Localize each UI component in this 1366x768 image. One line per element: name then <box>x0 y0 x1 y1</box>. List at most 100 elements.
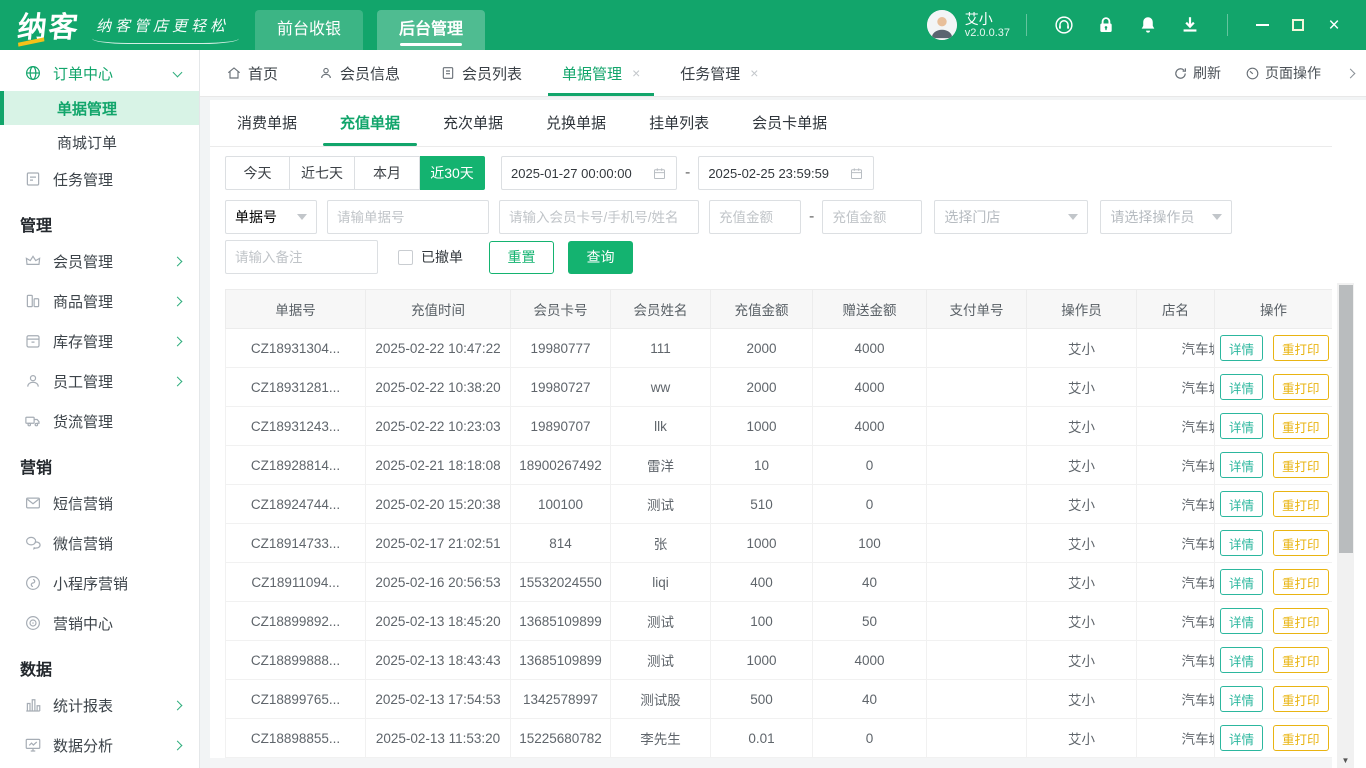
maximize-button[interactable] <box>1280 10 1316 40</box>
avatar[interactable] <box>927 10 957 40</box>
subtab-member-card[interactable]: 会员卡单据 <box>752 112 827 146</box>
scrollbar-down-arrow[interactable]: ▼ <box>1337 756 1354 765</box>
preset-last7days[interactable]: 近七天 <box>290 156 355 190</box>
sidebar-item-wechat-marketing[interactable]: 微信营销 <box>0 523 199 563</box>
customer-service-icon[interactable] <box>1053 14 1075 36</box>
detail-button[interactable]: 详情 <box>1220 530 1263 556</box>
subtab-consume[interactable]: 消费单据 <box>237 112 297 146</box>
bell-icon[interactable] <box>1137 14 1159 36</box>
subtab-recharge-times[interactable]: 充次单据 <box>443 112 503 146</box>
sidebar-item-data-analysis[interactable]: 数据分析 <box>0 725 199 765</box>
reprint-button[interactable]: 重打印 <box>1273 530 1329 556</box>
tab-close-icon[interactable]: × <box>750 65 758 81</box>
tab-label: 会员列表 <box>462 63 522 84</box>
minimize-button[interactable] <box>1244 10 1280 40</box>
reprint-button[interactable]: 重打印 <box>1273 686 1329 712</box>
reprint-button[interactable]: 重打印 <box>1273 647 1329 673</box>
brand-slogan: 纳客管店更轻松 <box>96 15 229 36</box>
tab-document-management[interactable]: 单据管理 × <box>562 50 640 96</box>
table-cell: ww <box>611 368 711 407</box>
detail-button[interactable]: 详情 <box>1220 413 1263 439</box>
reprint-button[interactable]: 重打印 <box>1273 335 1329 361</box>
detail-button[interactable]: 详情 <box>1220 374 1263 400</box>
tab-home[interactable]: 首页 <box>226 50 278 96</box>
detail-button[interactable]: 详情 <box>1220 569 1263 595</box>
table-cell: 艾小 <box>1027 563 1137 602</box>
page-operations-button[interactable]: 页面操作 <box>1245 63 1321 83</box>
store-select[interactable]: 选择门店 <box>934 200 1088 234</box>
preset-this-month[interactable]: 本月 <box>355 156 420 190</box>
front-cashier-button[interactable]: 前台收银 <box>255 10 363 50</box>
subtab-exchange[interactable]: 兑换单据 <box>546 112 606 146</box>
sidebar-item-task-management[interactable]: 任务管理 <box>0 159 199 199</box>
reprint-button[interactable]: 重打印 <box>1273 374 1329 400</box>
reset-button[interactable]: 重置 <box>489 241 554 274</box>
table-cell: 2025-02-22 10:47:22 <box>366 329 511 368</box>
detail-button[interactable]: 详情 <box>1220 647 1263 673</box>
date-preset-group: 今天 近七天 本月 近30天 <box>225 156 485 190</box>
sidebar-item-inventory-management[interactable]: 库存管理 <box>0 321 199 361</box>
reprint-button[interactable]: 重打印 <box>1273 569 1329 595</box>
sidebar-item-sms-marketing[interactable]: 短信营销 <box>0 483 199 523</box>
sidebar-item-staff-management[interactable]: 员工管理 <box>0 361 199 401</box>
member-search-input[interactable] <box>499 200 699 234</box>
table-row: CZ18914733...2025-02-17 21:02:51814张1000… <box>226 524 1333 563</box>
table-cell: 艾小 <box>1027 602 1137 641</box>
reprint-button[interactable]: 重打印 <box>1273 725 1329 751</box>
date-to-input[interactable]: 2025-02-25 23:59:59 <box>698 156 874 190</box>
operator-select[interactable]: 请选择操作员 <box>1100 200 1232 234</box>
sidebar-item-goods-management[interactable]: 商品管理 <box>0 281 199 321</box>
tab-task-management[interactable]: 任务管理 × <box>680 50 758 96</box>
reprint-button[interactable]: 重打印 <box>1273 608 1329 634</box>
scrollbar-thumb[interactable] <box>1339 285 1353 553</box>
cancelled-checkbox[interactable] <box>398 250 413 265</box>
table-cell: 100 <box>813 524 927 563</box>
reprint-button[interactable]: 重打印 <box>1273 452 1329 478</box>
tab-member-list[interactable]: 会员列表 <box>440 50 522 96</box>
preset-today[interactable]: 今天 <box>225 156 290 190</box>
table-row: CZ18911094...2025-02-16 20:56:5315532024… <box>226 563 1333 602</box>
detail-button[interactable]: 详情 <box>1220 335 1263 361</box>
detail-button[interactable]: 详情 <box>1220 452 1263 478</box>
search-button[interactable]: 查询 <box>568 241 633 274</box>
refresh-button[interactable]: 刷新 <box>1173 63 1221 83</box>
remark-input[interactable] <box>225 240 378 274</box>
lock-icon[interactable] <box>1095 14 1117 36</box>
caret-down-icon <box>297 214 307 220</box>
table-cell-actions: 详情重打印 <box>1215 368 1333 407</box>
detail-button[interactable]: 详情 <box>1220 686 1263 712</box>
sidebar-item-document-management[interactable]: 单据管理 <box>0 91 199 125</box>
preset-last30days[interactable]: 近30天 <box>420 156 485 190</box>
sidebar-item-miniprogram-marketing[interactable]: 小程序营销 <box>0 563 199 603</box>
subtab-recharge[interactable]: 充值单据 <box>340 112 400 146</box>
sidebar-item-mall-orders[interactable]: 商城订单 <box>0 125 199 159</box>
amount-max-input[interactable] <box>822 200 922 234</box>
expand-chevron-icon[interactable] <box>1346 68 1356 78</box>
detail-button[interactable]: 详情 <box>1220 608 1263 634</box>
order-no-input[interactable] <box>327 200 489 234</box>
table-cell: 汽车城 <box>1137 524 1215 563</box>
subtab-pending-orders[interactable]: 挂单列表 <box>649 112 709 146</box>
sidebar-item-statistics-reports[interactable]: 统计报表 <box>0 685 199 725</box>
sidebar-item-label: 商品管理 <box>53 291 113 312</box>
order-no-type-select[interactable]: 单据号 <box>225 200 317 234</box>
user-info[interactable]: 艾小 v2.0.0.37 <box>965 11 1010 40</box>
close-button[interactable]: × <box>1316 10 1352 40</box>
reprint-button[interactable]: 重打印 <box>1273 491 1329 517</box>
detail-button[interactable]: 详情 <box>1220 725 1263 751</box>
vertical-scrollbar[interactable]: ▼ <box>1337 283 1354 768</box>
detail-button[interactable]: 详情 <box>1220 491 1263 517</box>
chevron-right-icon <box>173 296 183 306</box>
tab-member-info[interactable]: 会员信息 <box>318 50 400 96</box>
sidebar-item-marketing-center[interactable]: 营销中心 <box>0 603 199 643</box>
download-icon[interactable] <box>1179 14 1201 36</box>
backoffice-button[interactable]: 后台管理 <box>377 10 485 50</box>
reprint-button[interactable]: 重打印 <box>1273 413 1329 439</box>
tab-close-icon[interactable]: × <box>632 65 640 81</box>
date-from-input[interactable]: 2025-01-27 00:00:00 <box>501 156 677 190</box>
sidebar-item-logistics-management[interactable]: 货流管理 <box>0 401 199 441</box>
table-cell <box>927 563 1027 602</box>
sidebar-item-order-center[interactable]: 订单中心 <box>0 55 199 91</box>
sidebar-item-member-management[interactable]: 会员管理 <box>0 241 199 281</box>
amount-min-input[interactable] <box>709 200 801 234</box>
